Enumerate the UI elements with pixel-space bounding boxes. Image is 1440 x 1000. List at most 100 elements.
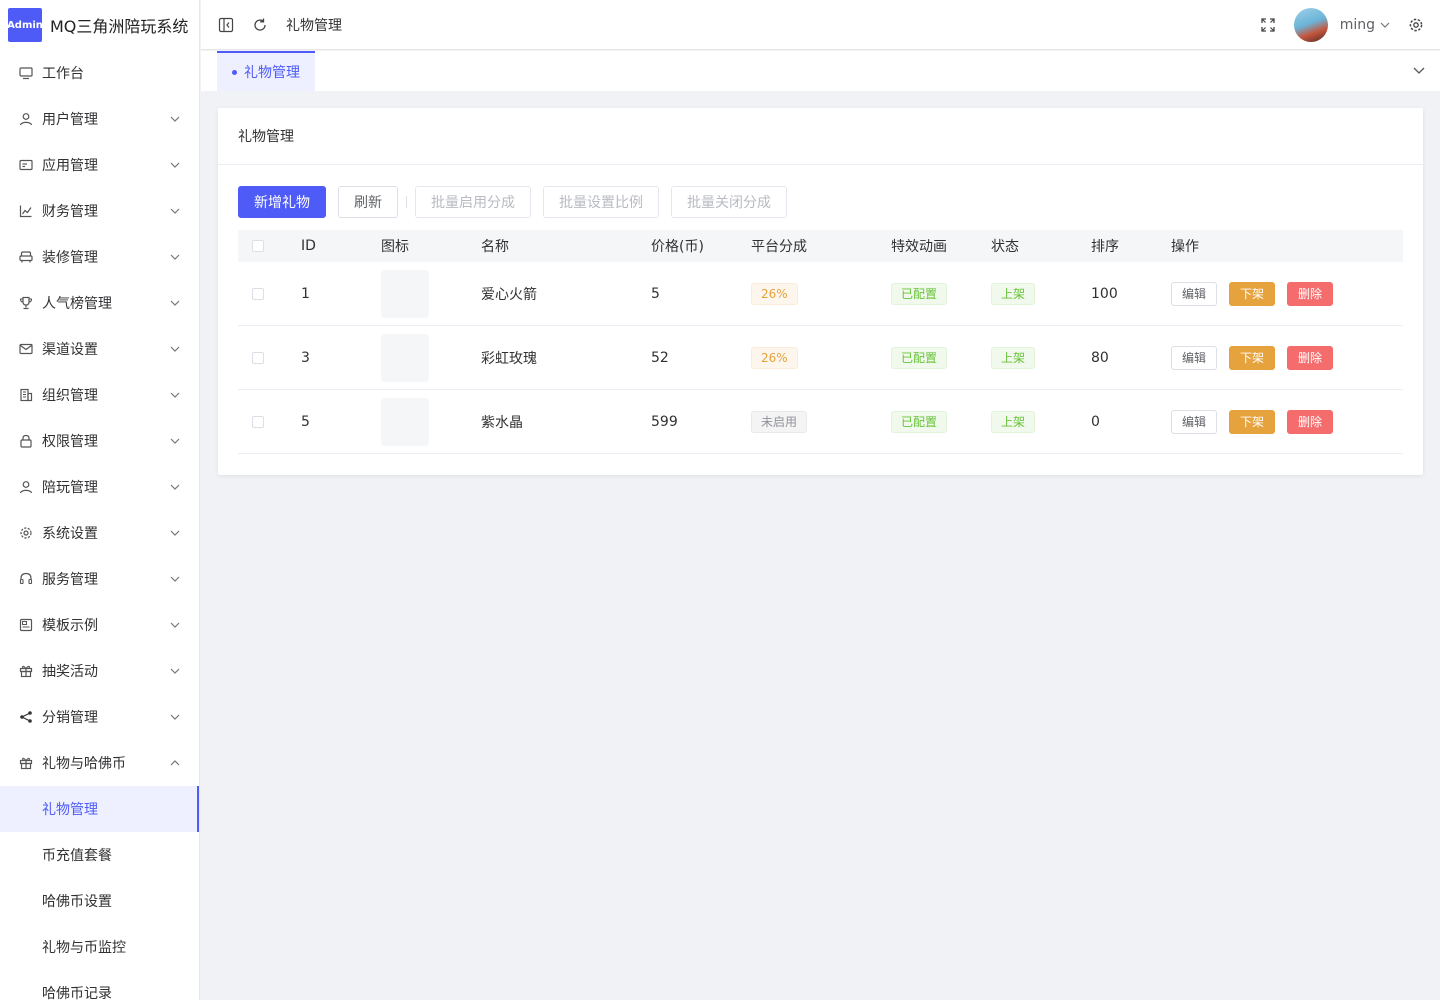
status-badge: 上架 [991,410,1036,433]
table-header: ID 图标 名称 价格(币) 平台分成 特效动画 状态 排序 操作 [238,230,1403,262]
card-title: 礼物管理 [218,108,1423,165]
sidebar-item-label: 抽奖活动 [42,664,98,680]
share-tag: 未启用 [751,410,808,433]
anim-tag: 已配置 [891,282,948,305]
sidebar-item-label: 装修管理 [42,250,98,266]
select-all-checkbox[interactable] [252,240,264,252]
refresh-icon[interactable] [250,15,270,35]
sidebar-item-companions[interactable]: 陪玩管理 [0,464,199,510]
delete-button[interactable]: 删除 [1287,409,1334,434]
toolbar: 新增礼物 刷新 批量启用分成 批量设置比例 批量关闭分成 [238,186,799,218]
column-header: 操作 [1171,239,1199,255]
batch-set-ratio-button[interactable]: 批量设置比例 [543,186,659,218]
name-cell: 爱心火箭 [481,286,537,303]
app-title: MQ三角洲陪玩系统 [50,17,189,36]
unlist-button[interactable]: 下架 [1229,409,1276,434]
sidebar-item-finance[interactable]: 财务管理 [0,188,199,234]
table-row: 5 紫水晶 599 未启用 已配置 上架 0 编辑 下架 删除 [238,390,1403,454]
submenu-item-gift-coin-monitor[interactable]: 礼物与币监控 [0,924,199,970]
sidebar-item-apps[interactable]: 应用管理 [0,142,199,188]
chevron-down-icon[interactable] [1412,63,1426,81]
column-header: 图标 [381,239,409,255]
template-icon [18,617,34,633]
share-cell: 未启用 [751,410,891,433]
tabs-bar: 礼物管理 [201,51,1440,91]
sidebar-item-channels[interactable]: 渠道设置 [0,326,199,372]
gift-image [381,269,429,318]
submenu-item-coin-settings[interactable]: 哈佛币设置 [0,878,199,924]
sidebar-item-templates[interactable]: 模板示例 [0,602,199,648]
chevron-down-icon [169,251,181,263]
sidebar-item-lottery[interactable]: 抽奖活动 [0,648,199,694]
sidebar-item-organization[interactable]: 组织管理 [0,372,199,418]
share-tag: 26% [751,282,798,305]
user-menu[interactable]: ming [1340,17,1390,33]
sidebar-item-popularity[interactable]: 人气榜管理 [0,280,199,326]
gear-icon [18,525,34,541]
batch-enable-share-button[interactable]: 批量启用分成 [415,186,531,218]
share-cell: 26% [751,282,891,305]
edit-button[interactable]: 编辑 [1171,409,1218,434]
submenu-item-gift-management[interactable]: 礼物管理 [0,786,199,832]
column-header: ID [301,238,316,254]
tab-gift-management[interactable]: 礼物管理 [217,51,315,91]
gear-icon[interactable] [1406,15,1426,35]
sidebar-item-label: 应用管理 [42,158,98,174]
batch-disable-share-button[interactable]: 批量关闭分成 [671,186,787,218]
gift-image [381,333,429,382]
status-cell: 上架 [991,346,1091,369]
refresh-button[interactable]: 刷新 [338,186,398,218]
sidebar-item-decoration[interactable]: 装修管理 [0,234,199,280]
chevron-down-icon [169,481,181,493]
sidebar-item-users[interactable]: 用户管理 [0,96,199,142]
breadcrumb[interactable]: 礼物管理 [286,15,342,35]
sidebar-collapse-icon[interactable] [216,15,236,35]
delete-button[interactable]: 删除 [1287,345,1334,370]
edit-button[interactable]: 编辑 [1171,281,1218,306]
table-row: 3 彩虹玫瑰 52 26% 已配置 上架 80 编辑 下架 删除 [238,326,1403,390]
logo[interactable]: Admin MQ三角洲陪玩系统 [0,0,199,50]
chevron-down-icon [169,711,181,723]
chevron-down-icon [169,573,181,585]
add-gift-button[interactable]: 新增礼物 [238,186,326,218]
sofa-icon [18,249,34,265]
avatar[interactable] [1293,7,1328,42]
row-checkbox[interactable] [252,351,264,364]
sidebar-item-label: 人气榜管理 [42,296,112,312]
chevron-down-icon [1380,20,1390,30]
delete-button[interactable]: 删除 [1287,281,1334,306]
sidebar-item-services[interactable]: 服务管理 [0,556,199,602]
submenu-item-coin-packages[interactable]: 币充值套餐 [0,832,199,878]
lock-icon [18,433,34,449]
checkbox-cell [238,287,301,300]
sidebar-item-permissions[interactable]: 权限管理 [0,418,199,464]
sidebar-item-distribution[interactable]: 分销管理 [0,694,199,740]
share-tag: 26% [751,346,798,369]
header-checkbox-cell [238,240,301,252]
row-checkbox[interactable] [252,415,264,428]
submenu-item-coin-records[interactable]: 哈佛币记录 [0,970,199,1000]
id-cell: 1 [301,285,310,302]
edit-button[interactable]: 编辑 [1171,345,1218,370]
chevron-down-icon [169,389,181,401]
anim-cell: 已配置 [891,282,991,305]
anim-cell: 已配置 [891,410,991,433]
monitor-icon [18,65,34,81]
chevron-down-icon [169,665,181,677]
bar-chart-icon [18,203,34,219]
id-cell: 3 [301,349,310,366]
price-cell: 5 [651,285,660,302]
tab-label: 礼物管理 [244,65,300,81]
sidebar-item-system-settings[interactable]: 系统设置 [0,510,199,556]
chevron-up-icon [169,757,181,769]
sidebar-item-gifts-coins[interactable]: 礼物与哈佛币 [0,740,199,786]
unlist-button[interactable]: 下架 [1229,345,1276,370]
checkbox-cell [238,351,301,364]
chevron-down-icon [169,527,181,539]
unlist-button[interactable]: 下架 [1229,281,1276,306]
sidebar-item-workbench[interactable]: 工作台 [0,50,199,96]
row-checkbox[interactable] [252,287,264,300]
status-badge: 上架 [991,346,1036,369]
fullscreen-icon[interactable] [1258,15,1278,35]
gift-icon [18,663,34,679]
